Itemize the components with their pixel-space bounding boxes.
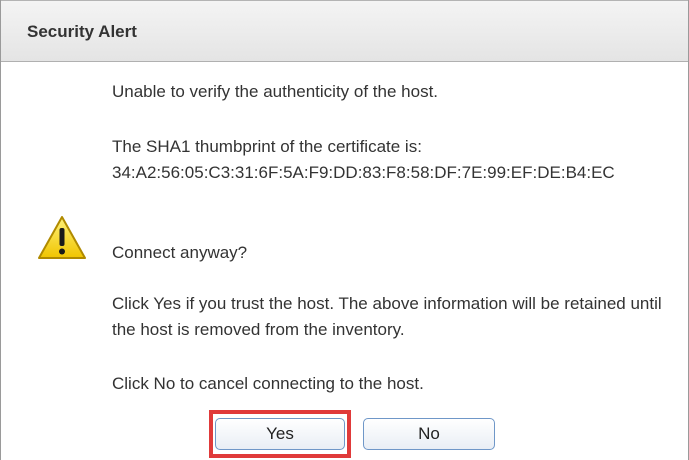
warning-icon <box>38 216 86 259</box>
yes-button[interactable]: Yes <box>215 418 345 450</box>
message-connect-question: Connect anyway? <box>112 243 248 262</box>
thumbprint-value: 34:A2:56:05:C3:31:6F:5A:F9:DD:83:F8:58:D… <box>112 163 615 182</box>
message-yes-info: Click Yes if you trust the host. The abo… <box>112 294 662 339</box>
dialog-titlebar: Security Alert <box>1 0 688 62</box>
no-button[interactable]: No <box>363 418 495 450</box>
message-unable-to-verify: Unable to verify the authenticity of the… <box>112 82 439 101</box>
thumbprint-intro: The SHA1 thumbprint of the certificate i… <box>112 137 422 156</box>
message-thumbprint: The SHA1 thumbprint of the certificate i… <box>112 134 672 186</box>
security-alert-dialog: Security Alert Unable to verify the auth… <box>0 0 689 460</box>
message-no-info: Click No to cancel connecting to the hos… <box>112 374 424 393</box>
dialog-title: Security Alert <box>27 22 137 41</box>
